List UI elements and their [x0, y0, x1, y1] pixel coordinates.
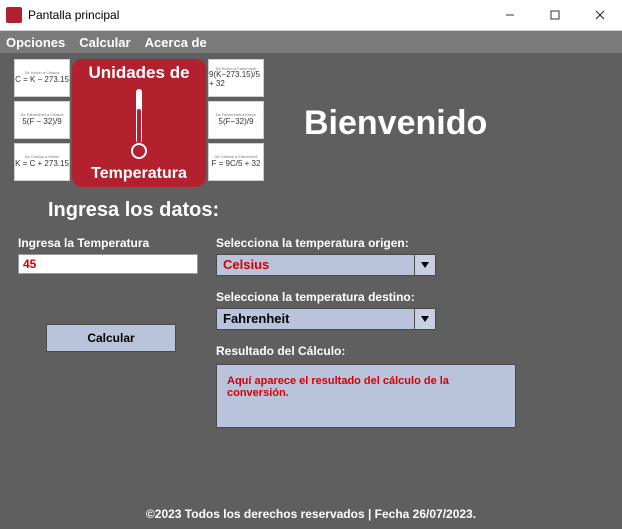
app-icon	[6, 7, 22, 23]
app-logo: Unidades de Temperatura	[72, 59, 206, 187]
minimize-button[interactable]	[487, 0, 532, 30]
formula-col-left: De Kelvin a CelsiusC = K − 273.15 De Fah…	[14, 59, 70, 181]
title-bar: Pantalla principal	[0, 0, 622, 31]
temperature-label: Ingresa la Temperatura	[18, 236, 198, 250]
header-row: De Kelvin a CelsiusC = K − 273.15 De Fah…	[0, 53, 622, 189]
temperature-input[interactable]	[18, 254, 198, 274]
formula-card: De Fahrenheit a Kelvin5(F−32)/9	[208, 101, 264, 139]
maximize-button[interactable]	[532, 0, 577, 30]
menu-bar: Opciones Calcular Acerca de	[0, 31, 622, 53]
destination-select[interactable]: Fahrenheit	[216, 308, 436, 330]
formula-col-right: De Kelvin a Fahrenheit9(K−273.15)/5 + 32…	[208, 59, 264, 181]
origin-select[interactable]: Celsius	[216, 254, 436, 276]
formula-card: De Kelvin a Fahrenheit9(K−273.15)/5 + 32	[208, 59, 264, 97]
formula-card: De Fahrenheit a Celsius5(F − 32)/9	[14, 101, 70, 139]
chevron-down-icon	[414, 255, 435, 275]
footer-text: ©2023 Todos los derechos reservados | Fe…	[0, 507, 622, 521]
menu-acerca[interactable]: Acerca de	[145, 35, 207, 50]
window-title: Pantalla principal	[28, 8, 487, 22]
formula-card: De Celsius a FahrenheitF = 9C/5 + 32	[208, 143, 264, 181]
form-area: Ingresa la Temperatura Calcular Seleccio…	[0, 236, 622, 428]
chevron-down-icon	[414, 309, 435, 329]
close-button[interactable]	[577, 0, 622, 30]
formula-card: De Kelvin a CelsiusC = K − 273.15	[14, 59, 70, 97]
origin-label: Selecciona la temperatura origen:	[216, 236, 446, 250]
logo-line1: Unidades de	[88, 63, 189, 83]
origin-value: Celsius	[217, 255, 414, 275]
logo-line2: Temperatura	[91, 165, 187, 183]
result-label: Resultado del Cálculo:	[216, 344, 446, 358]
thermometer-icon	[131, 89, 147, 159]
app-window: Pantalla principal Opciones Calcular Ace…	[0, 0, 622, 529]
menu-opciones[interactable]: Opciones	[6, 35, 65, 50]
destination-value: Fahrenheit	[217, 309, 414, 329]
menu-calcular[interactable]: Calcular	[79, 35, 130, 50]
welcome-heading: Bienvenido	[304, 104, 487, 143]
result-output: Aquí aparece el resultado del cálculo de…	[216, 364, 516, 428]
calculate-button[interactable]: Calcular	[46, 324, 176, 352]
destination-label: Selecciona la temperatura destino:	[216, 290, 446, 304]
formula-card: De Celsius a KelvinK = C + 273.15	[14, 143, 70, 181]
prompt-heading: Ingresa los datos:	[48, 199, 622, 222]
